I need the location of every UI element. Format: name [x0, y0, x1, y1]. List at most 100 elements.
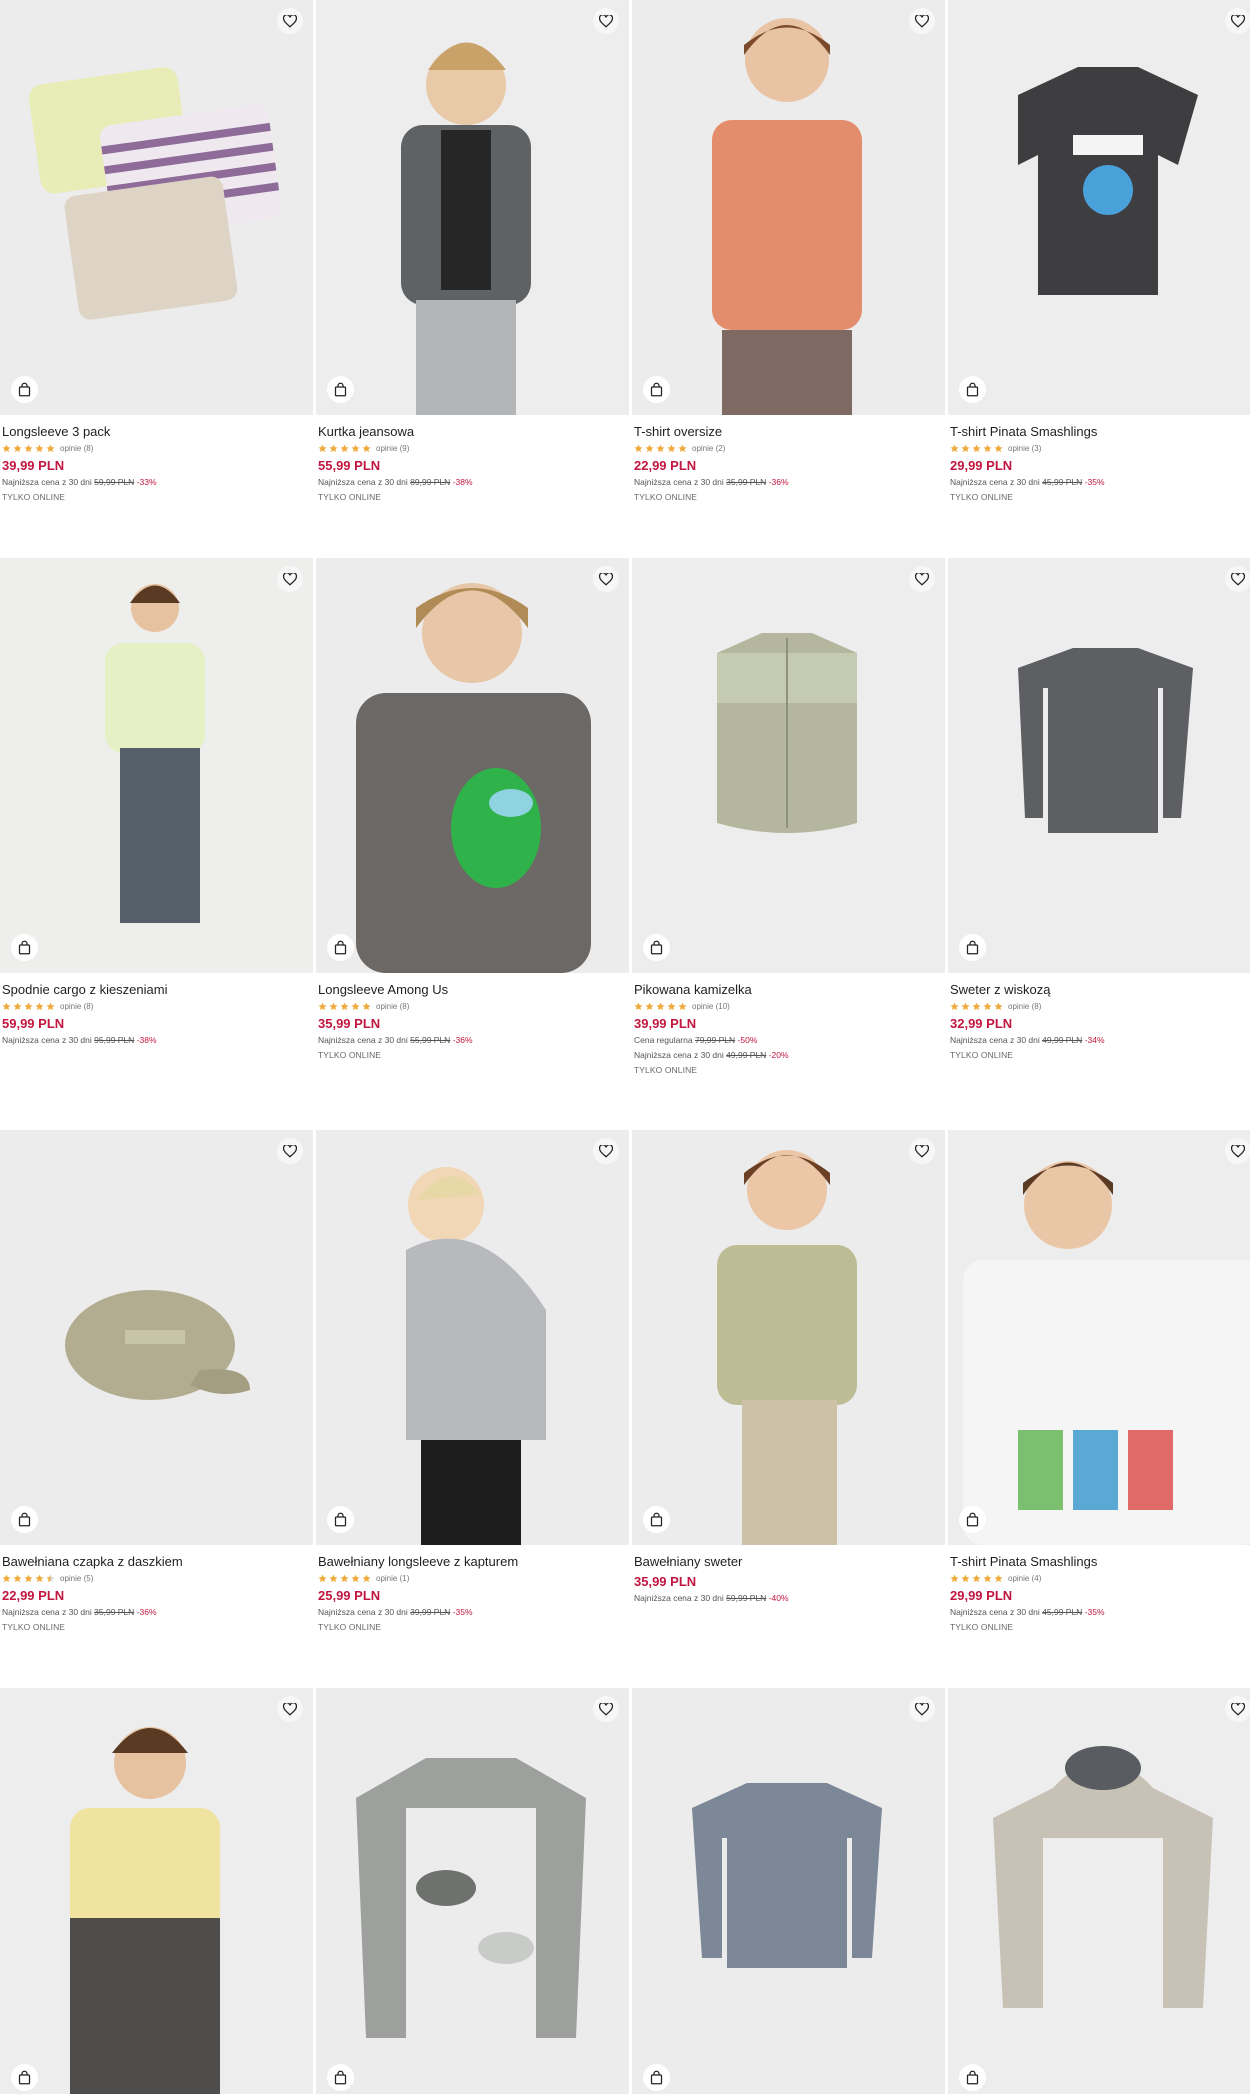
- star-icon: [351, 440, 360, 458]
- shopping-bag-icon[interactable]: [959, 1506, 986, 1533]
- star-icon: [961, 998, 970, 1016]
- heart-icon[interactable]: [593, 566, 619, 592]
- star-icon: [329, 998, 338, 1016]
- shopping-bag-icon[interactable]: [643, 1506, 670, 1533]
- product-name[interactable]: Bawełniany sweter: [634, 1554, 942, 1570]
- product-image[interactable]: [948, 1130, 1250, 1545]
- product-image[interactable]: [948, 1688, 1250, 2094]
- product-image[interactable]: [632, 1688, 945, 2094]
- heart-icon[interactable]: [909, 8, 935, 34]
- product-info: T-shirt Pinata Smashlings opinie (3) 29,99…: [950, 424, 1250, 502]
- star-icon: [994, 440, 1003, 458]
- product-name[interactable]: Bawełniany longsleeve z kapturem: [318, 1554, 626, 1570]
- regular-price-discount: -50%: [737, 1035, 758, 1045]
- star-icon: [318, 440, 327, 458]
- product-image[interactable]: [316, 1130, 629, 1545]
- heart-icon[interactable]: [909, 1138, 935, 1164]
- heart-icon[interactable]: [909, 1696, 935, 1722]
- shopping-bag-icon[interactable]: [959, 934, 986, 961]
- lowest-price-old: 49,99 PLN: [726, 1050, 767, 1060]
- shopping-bag-icon[interactable]: [959, 376, 986, 403]
- star-icon: [362, 440, 371, 458]
- product-image[interactable]: [316, 1688, 629, 2094]
- product-image[interactable]: [632, 558, 945, 973]
- product-image[interactable]: [0, 1688, 313, 2094]
- review-count[interactable]: opinie (10): [692, 1002, 730, 1011]
- shopping-bag-icon[interactable]: [327, 934, 354, 961]
- review-count[interactable]: opinie (8): [1008, 1002, 1041, 1011]
- product-name[interactable]: Spodnie cargo z kieszeniami: [2, 982, 310, 998]
- shopping-bag-icon[interactable]: [327, 2064, 354, 2091]
- shopping-bag-icon[interactable]: [327, 1506, 354, 1533]
- product-name[interactable]: Longsleeve Among Us: [318, 982, 626, 998]
- shopping-bag-icon[interactable]: [11, 1506, 38, 1533]
- product-image[interactable]: [316, 0, 629, 415]
- star-icon: [983, 998, 992, 1016]
- product-name[interactable]: Sweter z wiskozą: [950, 982, 1250, 998]
- shopping-bag-icon[interactable]: [11, 2064, 38, 2091]
- rating-stars: [2, 998, 55, 1016]
- heart-icon[interactable]: [593, 1138, 619, 1164]
- product-name[interactable]: Longsleeve 3 pack: [2, 424, 310, 440]
- product-photo: [948, 1130, 1250, 1545]
- product-image[interactable]: [0, 0, 313, 415]
- lowest-price-discount: -40%: [768, 1593, 789, 1603]
- star-icon: [351, 1570, 360, 1588]
- heart-icon[interactable]: [1225, 1138, 1250, 1164]
- review-count[interactable]: opinie (1): [376, 1574, 409, 1583]
- star-icon: [972, 440, 981, 458]
- shopping-bag-icon[interactable]: [11, 934, 38, 961]
- product-name[interactable]: T-shirt oversize: [634, 424, 942, 440]
- product-photo: [316, 1688, 629, 2094]
- product-rating: opinie (4): [950, 1573, 1250, 1584]
- shopping-bag-icon[interactable]: [327, 376, 354, 403]
- review-count[interactable]: opinie (8): [60, 444, 93, 453]
- product-image[interactable]: [0, 1130, 313, 1545]
- product-image[interactable]: [632, 1130, 945, 1545]
- heart-icon[interactable]: [909, 566, 935, 592]
- heart-icon[interactable]: [1225, 566, 1250, 592]
- shopping-bag-icon[interactable]: [11, 376, 38, 403]
- heart-icon[interactable]: [593, 8, 619, 34]
- review-count[interactable]: opinie (5): [60, 1574, 93, 1583]
- heart-icon[interactable]: [277, 1696, 303, 1722]
- review-count[interactable]: opinie (8): [60, 1002, 93, 1011]
- product-image[interactable]: [632, 0, 945, 415]
- heart-icon[interactable]: [1225, 1696, 1250, 1722]
- product-name[interactable]: Pikowana kamizelka: [634, 982, 942, 998]
- star-icon: [35, 1570, 44, 1588]
- product-name[interactable]: Bawełniana czapka z daszkiem: [2, 1554, 310, 1570]
- product-name[interactable]: T-shirt Pinata Smashlings: [950, 424, 1250, 440]
- shopping-bag-icon[interactable]: [643, 376, 670, 403]
- product-price: 29,99 PLN: [950, 1588, 1013, 1603]
- star-icon: [362, 998, 371, 1016]
- review-count[interactable]: opinie (9): [376, 444, 409, 453]
- lowest-price-discount: -20%: [768, 1050, 789, 1060]
- product-name[interactable]: T-shirt Pinata Smashlings: [950, 1554, 1250, 1570]
- heart-icon[interactable]: [277, 566, 303, 592]
- lowest-price-old: 45,99 PLN: [1042, 1607, 1083, 1617]
- product-image[interactable]: [316, 558, 629, 973]
- star-icon: [329, 1570, 338, 1588]
- product-image[interactable]: [0, 558, 313, 973]
- review-count[interactable]: opinie (2): [692, 444, 725, 453]
- review-count[interactable]: opinie (4): [1008, 1574, 1041, 1583]
- review-count[interactable]: opinie (3): [1008, 444, 1041, 453]
- product-image[interactable]: [948, 0, 1250, 415]
- heart-icon[interactable]: [277, 1138, 303, 1164]
- product-image[interactable]: [948, 558, 1250, 973]
- heart-icon[interactable]: [277, 8, 303, 34]
- shopping-bag-icon[interactable]: [959, 2064, 986, 2091]
- product-photo: [316, 0, 629, 415]
- star-icon: [983, 1570, 992, 1588]
- product-name[interactable]: Kurtka jeansowa: [318, 424, 626, 440]
- lowest-price-old: 39,99 PLN: [410, 1607, 451, 1617]
- star-icon: [340, 440, 349, 458]
- shopping-bag-icon[interactable]: [643, 2064, 670, 2091]
- heart-icon[interactable]: [593, 1696, 619, 1722]
- lowest-price-old: 59,99 PLN: [726, 1593, 767, 1603]
- review-count[interactable]: opinie (8): [376, 1002, 409, 1011]
- heart-icon[interactable]: [1225, 8, 1250, 34]
- star-icon: [340, 998, 349, 1016]
- shopping-bag-icon[interactable]: [643, 934, 670, 961]
